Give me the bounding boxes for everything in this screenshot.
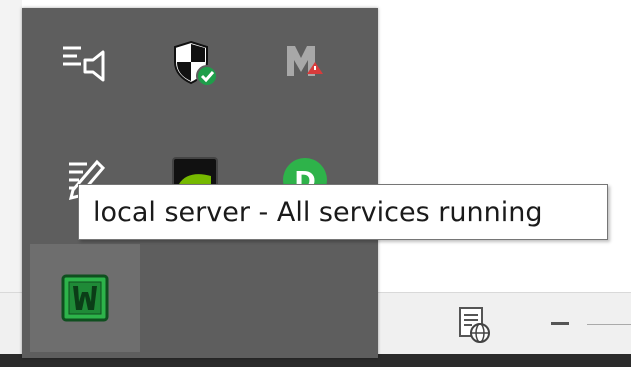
minimize-dash <box>551 322 569 325</box>
windows-security-icon <box>174 40 218 87</box>
local-server-icon <box>61 274 109 322</box>
tray-tooltip: local server - All services running <box>78 184 608 240</box>
taskbar-divider <box>587 324 631 325</box>
volume-mixer-icon <box>63 46 105 82</box>
malwarebytes-icon <box>287 46 323 76</box>
tray-item-malwarebytes[interactable] <box>250 10 360 118</box>
tray-item-volume-mixer[interactable] <box>30 10 140 118</box>
tray-item-local-server[interactable] <box>30 244 140 352</box>
tray-item-windows-security[interactable] <box>140 10 250 118</box>
system-tray-overflow-panel: D <box>22 8 378 358</box>
network-globe-icon[interactable] <box>452 303 496 347</box>
tooltip-text: local server - All services running <box>93 196 543 228</box>
